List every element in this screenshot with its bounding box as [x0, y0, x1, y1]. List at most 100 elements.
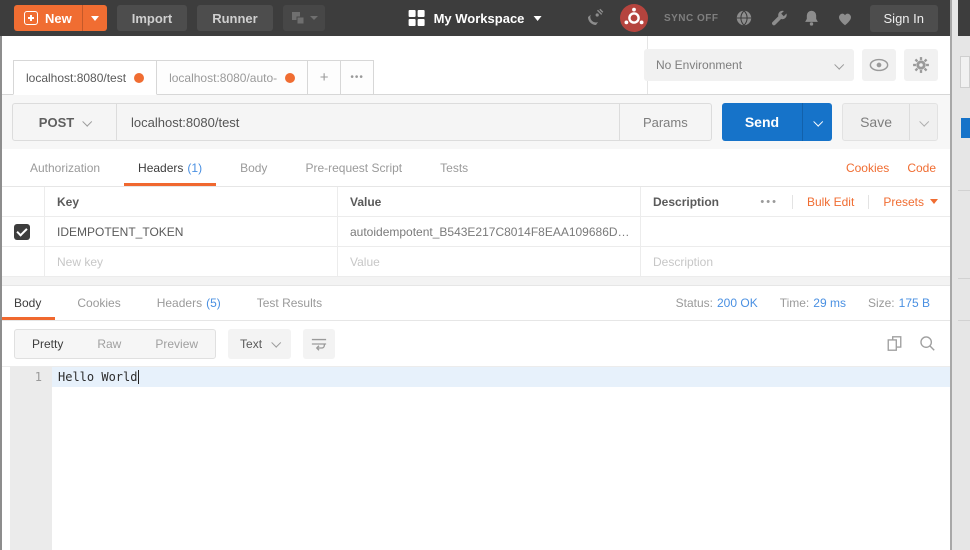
favorites-heart-icon[interactable]: [836, 10, 854, 27]
request-right-links: Cookies Code: [846, 161, 936, 175]
window-plus-icon: [291, 12, 305, 25]
sign-in-button[interactable]: Sign In: [869, 4, 938, 32]
window-left-edge: [0, 36, 2, 550]
more-options-icon[interactable]: •••: [760, 196, 778, 208]
environment-select[interactable]: No Environment: [644, 49, 854, 81]
header-key-cell[interactable]: IDEMPOTENT_TOKEN: [44, 217, 337, 246]
new-dropdown-button[interactable]: [81, 5, 107, 31]
preview-button[interactable]: Preview: [138, 330, 215, 358]
header-value-cell[interactable]: autoidempotent_B543E217C8014F8EAA109686D…: [337, 217, 640, 246]
import-button[interactable]: Import: [116, 5, 188, 31]
pretty-button[interactable]: Pretty: [15, 330, 80, 358]
tab-prerequest-script[interactable]: Pre-request Script: [305, 149, 402, 186]
code-link[interactable]: Code: [907, 161, 936, 175]
wrap-text-button[interactable]: [303, 328, 336, 359]
capture-requests-icon[interactable]: [584, 8, 604, 28]
method-select[interactable]: POST: [13, 104, 117, 140]
chevron-down-icon: [271, 337, 282, 348]
bulk-edit-link[interactable]: Bulk Edit: [807, 195, 854, 209]
line-number: 1: [34, 370, 42, 384]
new-description-input[interactable]: [653, 254, 938, 269]
request-section-tabs: Authorization Headers (1) Body Pre-reque…: [0, 149, 950, 187]
open-new-tab-button[interactable]: +: [307, 60, 342, 95]
workspace-grid-icon: [408, 10, 425, 26]
request-response-splitter[interactable]: [0, 277, 950, 286]
response-tab-headers[interactable]: Headers (5): [157, 286, 221, 320]
notifications-bell-icon[interactable]: [803, 9, 820, 27]
header-row-idempotent-token: IDEMPOTENT_TOKEN autoidempotent_B543E217…: [0, 217, 950, 247]
editor-content[interactable]: Hello World: [52, 367, 950, 550]
tab-body[interactable]: Body: [240, 149, 267, 186]
send-options-button[interactable]: [802, 103, 832, 141]
column-key: Key: [44, 187, 337, 216]
new-key-input[interactable]: [57, 254, 325, 269]
background-window-titlebar: [958, 0, 970, 36]
response-tab-test-results[interactable]: Test Results: [257, 286, 322, 320]
caret-down-icon: [533, 15, 542, 21]
url-input[interactable]: [117, 104, 619, 140]
sync-off-label: SYNC OFF: [663, 12, 719, 24]
new-window-button[interactable]: [282, 5, 325, 31]
interceptor-globe-icon[interactable]: [735, 9, 753, 27]
tab-bar-row: localhost:8080/test localhost:8080/auto-…: [0, 36, 950, 95]
active-code-line[interactable]: Hello World: [52, 367, 950, 387]
raw-button[interactable]: Raw: [80, 330, 138, 358]
copy-icon[interactable]: [886, 335, 903, 352]
topbar-left-group: New Import Runner: [14, 5, 325, 31]
tab-authorization[interactable]: Authorization: [30, 149, 100, 186]
column-description: Description ••• Bulk Edit Presets: [640, 187, 950, 216]
chevron-down-icon: [813, 116, 824, 127]
topbar-right-group: SYNC OFF Sign In: [584, 4, 938, 32]
header-description-cell[interactable]: [640, 217, 950, 246]
params-button[interactable]: Params: [618, 104, 711, 140]
tab-localhost-auto[interactable]: localhost:8080/auto-i: [156, 60, 309, 95]
environment-settings-button[interactable]: [904, 49, 938, 81]
response-tab-body[interactable]: Body: [0, 286, 56, 320]
url-group: POST Params: [12, 103, 712, 141]
workspace-label: My Workspace: [433, 10, 525, 26]
gear-icon: [913, 57, 929, 73]
search-icon[interactable]: [919, 335, 936, 352]
new-header-row: [0, 247, 950, 277]
tab-localhost-test[interactable]: localhost:8080/test: [13, 60, 158, 95]
time-stat: Time: 29 ms: [779, 296, 846, 310]
postman-app: New Import Runner My Workspace SYNC OFF …: [0, 0, 970, 550]
cookies-link[interactable]: Cookies: [846, 161, 889, 175]
tab-headers[interactable]: Headers (1): [124, 149, 217, 186]
background-window-line: [958, 278, 970, 279]
caret-down-icon: [90, 15, 99, 21]
response-tab-cookies[interactable]: Cookies: [77, 286, 120, 320]
environment-area: No Environment: [644, 49, 938, 81]
tab-tests[interactable]: Tests: [440, 149, 468, 186]
new-button[interactable]: New: [14, 5, 107, 31]
request-builder-row: POST Params Send Save: [0, 95, 950, 149]
plus-icon: [24, 11, 38, 25]
sync-rings-icon: [624, 7, 644, 25]
save-options-button[interactable]: [909, 104, 937, 140]
tab-options-button[interactable]: •••: [340, 60, 375, 95]
send-button[interactable]: Send: [721, 103, 833, 141]
runner-button[interactable]: Runner: [197, 5, 273, 31]
environment-quick-look-button[interactable]: [862, 49, 896, 81]
size-stat: Size: 175 B: [867, 296, 930, 310]
workspace-switcher[interactable]: My Workspace: [408, 10, 542, 26]
unsaved-dot-icon: [134, 72, 145, 83]
unsaved-dot-icon: [285, 72, 296, 83]
divider: [868, 194, 870, 209]
chevron-down-icon: [919, 116, 930, 127]
new-button-label: New: [45, 10, 72, 26]
row-enabled-checkbox[interactable]: [14, 223, 30, 240]
response-section-tabs: Body Cookies Headers (5) Test Results St…: [0, 286, 950, 321]
settings-wrench-icon[interactable]: [769, 9, 787, 27]
save-button[interactable]: Save: [842, 103, 938, 141]
sync-status-icon[interactable]: [619, 4, 648, 32]
status-stat: Status: 200 OK: [675, 296, 758, 310]
wrap-text-icon: [311, 338, 327, 351]
new-value-input[interactable]: [350, 254, 628, 269]
top-bar: New Import Runner My Workspace SYNC OFF …: [0, 0, 950, 36]
format-select[interactable]: Text: [228, 328, 292, 359]
background-window-line: [958, 320, 970, 321]
caret-down-icon: [930, 199, 938, 204]
presets-dropdown[interactable]: Presets: [883, 195, 938, 209]
status-value: 200 OK: [717, 296, 758, 310]
